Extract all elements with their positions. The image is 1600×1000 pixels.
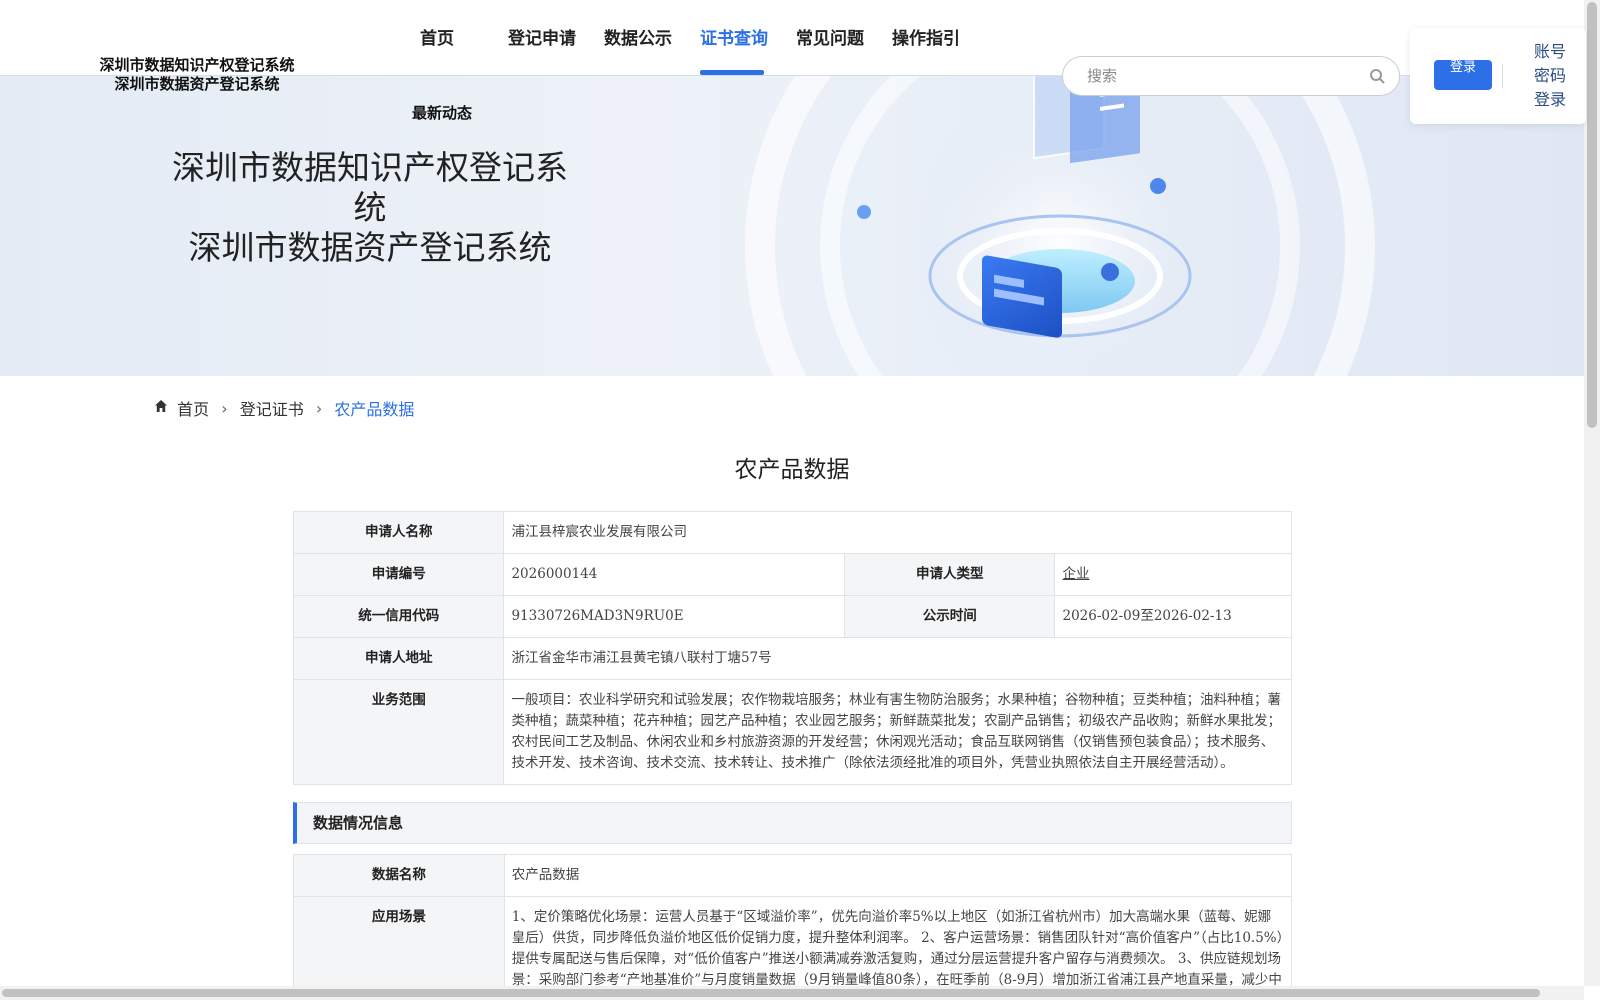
table-row: 申请人地址 浙江省金华市浦江县黄宅镇八联村丁塘57号 [292,637,1292,680]
banner-title-line2: 深圳市数据资产登记系统 [188,228,552,267]
nav-register-apply[interactable]: 登记申请 [508,24,576,49]
breadcrumb-certificates[interactable]: 登记证书 [240,396,304,420]
logo-line1: 深圳市数据知识产权登记系统 [99,56,295,74]
business-scope-value: 一般项目：农业科学研究和试验发展；农作物栽培服务；林业有害生物防治服务；水果种植… [503,679,1292,785]
applicant-info-table: 申请人名称 浦江县梓宸农业发展有限公司 申请编号 2026000144 申请人类… [292,511,1292,785]
applicant-address-value: 浙江省金华市浦江县黄宅镇八联村丁塘57号 [503,637,1292,680]
chevron-right-icon: › [221,398,228,418]
site-logo[interactable]: 深圳市数据知识产权登记系统 深圳市数据资产登记系统 [82,56,312,94]
scenario-label: 应用场景 [293,896,505,1000]
banner-title: 深圳市数据知识产权登记系统 深圳市数据资产登记系统 [160,148,580,268]
login-button[interactable]: 登录 [1434,60,1492,90]
credit-code-label: 统一信用代码 [292,595,505,638]
data-name-label: 数据名称 [293,854,505,897]
applicant-address-label: 申请人地址 [292,637,505,680]
breadcrumb-home-label: 首页 [177,400,210,419]
applicant-name-label: 申请人名称 [292,511,505,554]
publicity-time-label: 公示时间 [844,595,1056,638]
login-divider [1502,64,1503,88]
breadcrumb-current: 农产品数据 [334,400,415,419]
chevron-right-icon: › [315,398,323,418]
password-login-link[interactable]: 账号 密码 登录 [1530,40,1570,112]
nav-guide[interactable]: 操作指引 [892,24,960,49]
search-icon[interactable] [1369,68,1385,84]
home-icon [155,399,167,412]
table-row: 申请编号 2026000144 申请人类型 企业 [292,553,1292,596]
table-row: 申请人名称 浦江县梓宸农业发展有限公司 [292,511,1292,554]
application-number-label: 申请编号 [292,553,505,596]
nav-faq[interactable]: 常见问题 [796,24,864,49]
vertical-scrollbar[interactable] [1584,0,1600,986]
breadcrumb: 首页 › 登记证书 › 农产品数据 [154,396,414,420]
data-name-value: 农产品数据 [503,854,1293,897]
nav-data-publicity[interactable]: 数据公示 [604,24,672,49]
applicant-type-value: 企业 [1054,553,1292,596]
data-info-table: 数据名称 农产品数据 应用场景 1、定价策略优化场景：运营人员基于“区域溢价率”… [293,854,1293,1000]
business-scope-label: 业务范围 [292,679,505,785]
horizontal-scrollbar[interactable] [0,986,1584,1000]
hero-banner: 深圳市数据知识产权登记系统 深圳市数据资产登记系统 [0,76,1584,376]
nav-home[interactable]: 首页 [420,24,454,49]
credit-code-value: 91330726MAD3N9RU0E [503,595,846,638]
page-title: 农产品数据 [734,457,850,483]
login-panel: 登录 账号 密码 登录 [1410,28,1586,124]
horizontal-scrollbar-thumb[interactable] [2,989,1540,997]
application-number-value: 2026000144 [503,553,846,596]
login-option-2: 密码 [1533,66,1566,85]
data-info-section-heading: 数据情况信息 [293,802,1292,844]
table-row: 应用场景 1、定价策略优化场景：运营人员基于“区域溢价率”，优先向溢价率5%以上… [293,896,1293,1000]
applicant-name-value: 浦江县梓宸农业发展有限公司 [503,511,1292,554]
login-option-1: 账号 [1533,42,1566,61]
publicity-time-value: 2026-02-09至2026-02-13 [1054,595,1292,638]
applicant-type-label: 申请人类型 [844,553,1056,596]
scenario-value: 1、定价策略优化场景：运营人员基于“区域溢价率”，优先向溢价率5%以上地区（如浙… [503,896,1293,1000]
search-box[interactable] [1062,56,1400,96]
nav-certificate-query[interactable]: 证书查询 [700,24,768,49]
vertical-scrollbar-thumb[interactable] [1587,2,1597,428]
table-row: 业务范围 一般项目：农业科学研究和试验发展；农作物栽培服务；林业有害生物防治服务… [292,679,1292,785]
table-row: 统一信用代码 91330726MAD3N9RU0E 公示时间 2026-02-0… [292,595,1292,638]
login-option-3: 登录 [1533,90,1566,109]
search-input[interactable] [1087,65,1357,87]
table-row: 数据名称 农产品数据 [293,854,1293,897]
nav-active-indicator [700,70,764,75]
banner-title-line1: 深圳市数据知识产权登记系统 [172,148,568,227]
logo-line2: 深圳市数据资产登记系统 [114,75,280,93]
breadcrumb-home[interactable]: 首页 [154,396,209,420]
nav-latest-news[interactable]: 最新动态 [412,102,472,123]
